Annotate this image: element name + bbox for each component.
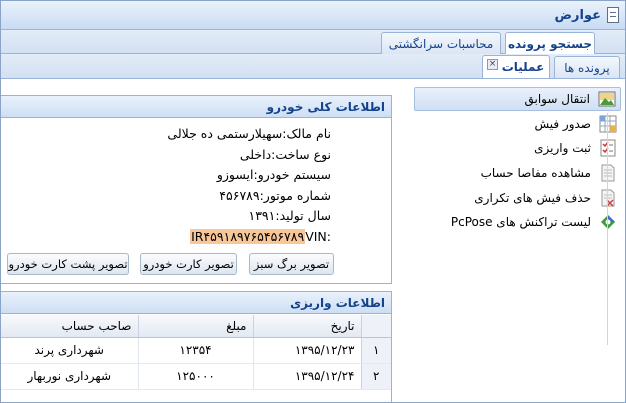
vehicle-info-lines: نام مالک:سهیلارستمی ده جلالی نوع ساخت:دا…	[167, 126, 331, 249]
account-owner-cell: شهرداری نوربهار	[1, 363, 138, 390]
puzzle-icon	[601, 215, 615, 229]
menu-item-label: ثبت واریزی	[534, 141, 591, 155]
tab-label: پرونده ها	[564, 60, 610, 75]
checklist-icon	[600, 139, 616, 157]
panel-header: اطلاعات کلی خودرو	[1, 96, 391, 118]
menu-item-label: انتقال سوابق	[524, 92, 591, 106]
tab-label: جستجو پرونده	[507, 37, 593, 51]
menu-item-label: حذف فیش های تکراری	[474, 191, 591, 205]
column-header-amount[interactable]: مبلغ	[137, 315, 253, 338]
vin-value: IR۴۵۹۱۸۹۷۶۵۴۵۶۷۸۹	[190, 228, 306, 244]
menu-item-pcpose-transactions[interactable]: لیست تراکنش های PcPose	[414, 210, 621, 234]
account-owner-cell: شهرداری پرند	[1, 337, 138, 364]
row-number-header	[360, 315, 391, 338]
menu-item-delete-duplicate-receipts[interactable]: حذف فیش های تکراری	[414, 186, 621, 210]
menu-item-transfer-records[interactable]: انتقال سوابق	[414, 87, 621, 111]
title-bar: عوارض	[1, 1, 625, 30]
owner-name: نام مالک:سهیلارستمی ده جلالی	[167, 126, 331, 141]
row-number: ۲	[360, 363, 391, 390]
row-number: ۱	[360, 337, 391, 364]
application-window: عوارض جستجو پرونده محاسبات سرانگشتی پرون…	[0, 0, 626, 403]
vin-line: IR۴۵۹۱۸۹۷۶۵۴۵۶۷۸۹VIN:	[167, 228, 331, 250]
vehicle-card-image-button[interactable]: تصویر کارت خودرو	[140, 253, 237, 275]
sub-tab-strip: پرونده ها × عملیات	[1, 54, 625, 79]
menu-item-view-clearance[interactable]: مشاهده مفاصا حساب	[414, 161, 621, 185]
landscape-icon	[598, 91, 616, 107]
amount-cell: ۱۲۳۵۴	[137, 337, 253, 364]
vin-label: VIN:	[305, 228, 331, 244]
tab-file-search[interactable]: جستجو پرونده	[505, 32, 595, 55]
document-icon	[607, 7, 619, 23]
payments-table: تاریخ مبلغ صاحب حساب ۱ ۱۳۹۵/۱۲/۲۳ ۱۲۳۵۴ …	[1, 315, 391, 390]
tab-label: محاسبات سرانگشتی	[388, 36, 494, 51]
menu-divider	[607, 113, 608, 345]
table-row[interactable]: ۲ ۱۳۹۵/۱۲/۲۴ ۱۲۵۰۰۰ شهرداری نوربهار	[1, 363, 391, 390]
table-row[interactable]: ۱ ۱۳۹۵/۱۲/۲۳ ۱۲۳۵۴ شهرداری پرند	[1, 337, 391, 364]
payments-panel: اطلاعات واریزی تاریخ مبلغ صاحب حساب ۱ ۱۳…	[1, 291, 392, 402]
tab-files[interactable]: پرونده ها	[554, 56, 620, 78]
date-cell: ۱۳۹۵/۱۲/۲۳	[252, 337, 361, 364]
main-tab-strip: جستجو پرونده محاسبات سرانگشتی	[1, 30, 625, 55]
build-type: نوع ساخت:داخلی	[239, 146, 331, 162]
panel-header: اطلاعات واریزی	[1, 292, 391, 314]
column-header-date[interactable]: تاریخ	[252, 315, 361, 338]
document-view-icon	[601, 164, 615, 182]
close-icon[interactable]: ×	[487, 59, 498, 70]
side-menu: انتقال سوابق صدور فیش ثبت واریزی مشاهده …	[414, 87, 621, 343]
vehicle-info-panel: اطلاعات کلی خودرو نام مالک:سهیلارستمی ده…	[1, 95, 392, 284]
menu-item-issue-receipt[interactable]: صدور فیش	[414, 112, 621, 136]
production-year: سال تولید:۱۳۹۱	[248, 208, 332, 223]
menu-item-label: مشاهده مفاصا حساب	[480, 166, 591, 180]
date-cell: ۱۳۹۵/۱۲/۲۴	[252, 363, 361, 390]
document-delete-icon	[601, 189, 615, 207]
menu-item-label: صدور فیش	[534, 117, 591, 131]
amount-cell: ۱۲۵۰۰۰	[137, 363, 253, 390]
tab-label: عملیات	[501, 60, 545, 74]
green-sheet-image-button[interactable]: تصویر برگ سبز	[249, 253, 334, 275]
engine-number: شماره موتور:۴۵۶۷۸۹	[219, 187, 331, 203]
vehicle-system: سیستم خودرو:ایسوزو	[216, 167, 331, 182]
menu-item-label: لیست تراکنش های PcPose	[450, 215, 591, 229]
window-title: عوارض	[554, 7, 601, 23]
column-header-account-owner[interactable]: صاحب حساب	[1, 315, 138, 338]
grid-table-icon	[599, 115, 617, 133]
table-header-row: تاریخ مبلغ صاحب حساب	[1, 315, 391, 338]
tab-quick-calculations[interactable]: محاسبات سرانگشتی	[381, 32, 501, 54]
vehicle-card-back-image-button[interactable]: تصویر پشت کارت خودرو	[7, 253, 129, 275]
menu-item-register-deposit[interactable]: ثبت واریزی	[414, 136, 621, 160]
tab-operations[interactable]: × عملیات	[482, 55, 550, 78]
